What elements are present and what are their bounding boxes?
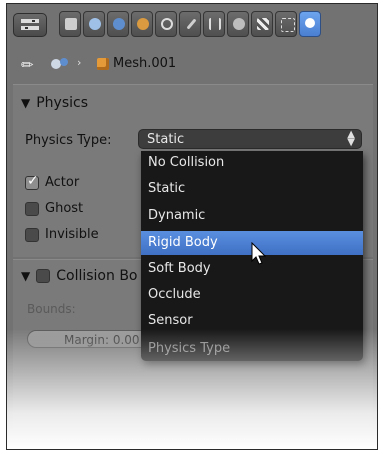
collision-bounds-checkbox[interactable] (36, 269, 51, 283)
mouse-cursor-icon (251, 242, 267, 265)
physics-type-select[interactable]: Static ▲ ▼ (138, 129, 362, 149)
path-arrow-icon: › (77, 56, 82, 69)
camera-icon (65, 18, 77, 30)
ghost-checkbox[interactable]: Ghost (25, 201, 83, 219)
checkbox-icon (25, 227, 39, 242)
invisible-checkbox[interactable]: Invisible (25, 227, 99, 245)
scene-icon (89, 18, 101, 30)
actor-checkbox[interactable]: ✓ Actor (25, 172, 80, 193)
world-icon (113, 18, 125, 30)
physics-panel-title: Physics (36, 95, 89, 111)
menu-title: Physics Type (148, 341, 231, 356)
tab-particles[interactable] (275, 11, 297, 37)
margin-label: Margin: 0.00 (64, 333, 140, 347)
collapse-triangle-icon: ▼ (21, 96, 31, 110)
wrench-icon (186, 18, 197, 30)
checkbox-label: Actor (45, 175, 80, 190)
tab-data[interactable] (203, 11, 225, 37)
menu-item-static[interactable]: Static (141, 177, 363, 201)
collision-bounds-title: Collision Bo (56, 268, 138, 284)
context-tabs (59, 11, 375, 39)
collision-bounds-header[interactable]: ▼ Collision Bo (21, 268, 138, 284)
object-data-icon (51, 58, 68, 69)
tab-object[interactable] (131, 11, 153, 37)
menu-item-sensor[interactable]: Sensor (141, 309, 363, 333)
tab-world[interactable] (107, 11, 129, 37)
properties-header (7, 4, 377, 46)
tab-constraints[interactable] (155, 11, 177, 37)
pin-icon[interactable]: ✏ (21, 56, 34, 74)
texture-icon (257, 18, 269, 30)
checkbox-icon: ✓ (25, 172, 39, 190)
physics-panel-header[interactable]: ▼ Physics (21, 95, 88, 111)
editor-type-icon (21, 19, 39, 30)
margin-field[interactable]: Margin: 0.00 (27, 330, 157, 348)
tab-texture[interactable] (251, 11, 273, 37)
object-icon (137, 18, 149, 30)
checkbox-label: Invisible (45, 227, 99, 242)
editor-type-button[interactable] (13, 13, 47, 37)
properties-editor: ✏ › Mesh.001 ▼ Physics Physics Type: Stat… (6, 3, 378, 450)
bounds-label: Bounds: (27, 302, 76, 316)
tab-scene[interactable] (83, 11, 105, 37)
particles-icon (281, 18, 295, 32)
physics-type-label: Physics Type: (25, 133, 112, 148)
tab-modifiers[interactable] (179, 11, 201, 37)
physics-type-value: Static (147, 132, 185, 147)
updown-arrows-icon: ▲ ▼ (347, 129, 355, 148)
tab-material[interactable] (227, 11, 249, 37)
mesh-data-icon (209, 18, 221, 30)
material-icon (233, 18, 245, 30)
constraint-icon (161, 18, 173, 30)
menu-item-dynamic[interactable]: Dynamic (141, 204, 363, 228)
object-name: Mesh.001 (113, 56, 177, 71)
tab-render[interactable] (59, 11, 81, 37)
mesh-icon (97, 58, 109, 70)
menu-item-no-collision[interactable]: No Collision (141, 151, 363, 175)
menu-item-occlude[interactable]: Occlude (141, 283, 363, 307)
checkbox-label: Ghost (45, 201, 84, 216)
collapse-triangle-icon: ▼ (21, 269, 31, 283)
physics-icon (305, 18, 315, 28)
tab-physics[interactable] (299, 11, 321, 37)
checkbox-icon (25, 201, 39, 216)
context-path: ✏ › Mesh.001 (7, 46, 377, 82)
